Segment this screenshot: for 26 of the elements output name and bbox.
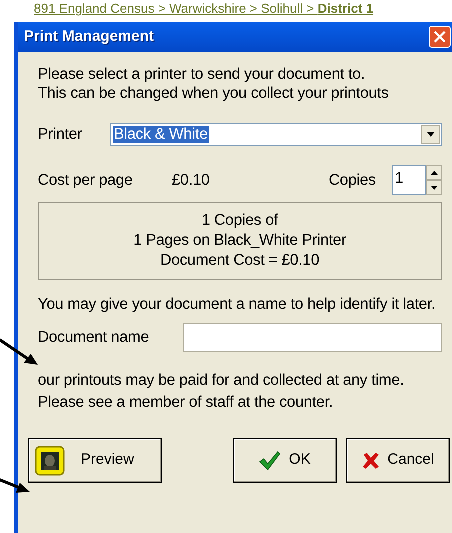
close-icon (362, 452, 380, 470)
close-button[interactable] (429, 26, 451, 48)
summary-text: 1 Copies of (202, 211, 278, 231)
framed-picture-icon (35, 446, 65, 476)
window-title: Print Management (24, 26, 154, 47)
printer-label: Printer (38, 126, 84, 143)
preview-button[interactable]: Preview (28, 438, 162, 483)
document-name-field[interactable] (183, 323, 442, 352)
ok-button[interactable]: OK (233, 438, 337, 483)
breadcrumb[interactable]: 891 England Census > Warwickshire > Solihull > District 1 (0, 0, 452, 17)
name-hint-text: You may give your document a name to help identify it later. (38, 295, 437, 315)
document-name-label: Document name (38, 329, 150, 346)
cost-label: Cost per page (38, 172, 134, 188)
summary-text: Document Cost = £0.10 (160, 251, 320, 271)
instruction-text: Please select a printer to send your document to. (38, 65, 366, 84)
copies-label: Copies (328, 172, 376, 188)
summary-text: 1 Pages on Black_White Printer (134, 231, 346, 251)
printer-dropdown[interactable]: Black & White (110, 123, 442, 146)
cost-value: £0.10 (172, 172, 211, 188)
cancel-button[interactable]: Cancel (346, 438, 450, 483)
checkmark-icon (259, 450, 282, 470)
payment-note-text: our printouts may be paid for and collected at any time. Please see a member of staff at the counter. (38, 371, 406, 413)
annotation-arrow (0, 338, 40, 368)
instruction-text: This can be changed when you collect your printouts (38, 84, 390, 103)
close-icon (434, 31, 446, 43)
annotation-arrow (0, 478, 30, 496)
